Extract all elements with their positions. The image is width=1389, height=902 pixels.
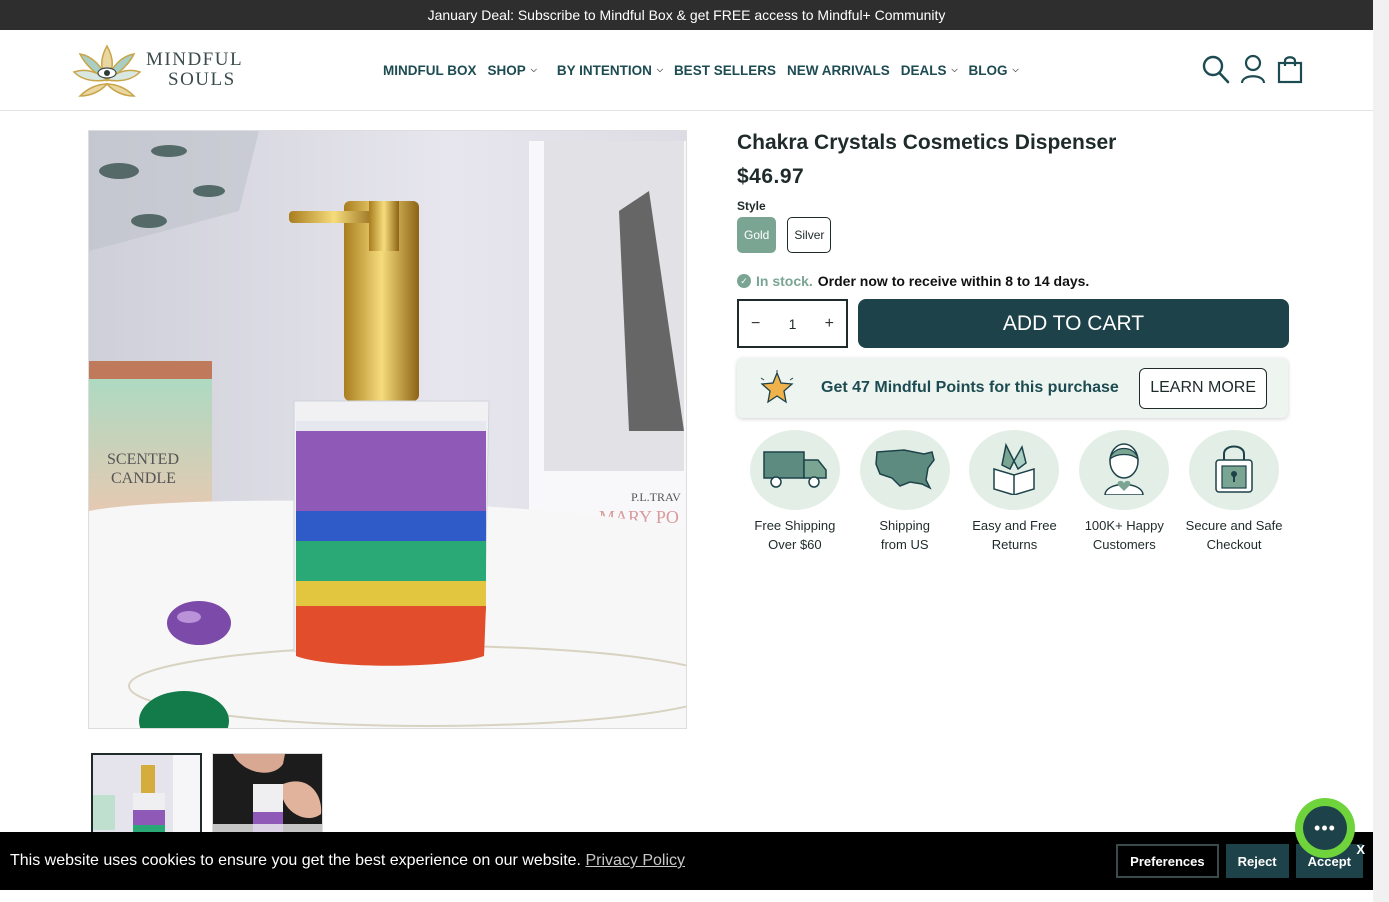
- nav-label: DEALS: [900, 62, 947, 78]
- nav-label: SHOP: [487, 62, 526, 78]
- chat-widget-button[interactable]: •••: [1295, 798, 1355, 858]
- feature-badges: Free Shipping Over $60 Shipping from US Ea…: [740, 430, 1289, 554]
- nav-label: BLOG: [968, 62, 1008, 78]
- buy-row: − 1 + ADD TO CART: [737, 299, 1289, 348]
- scrollbar[interactable]: [1373, 0, 1389, 902]
- usa-map-icon: [874, 446, 936, 495]
- chevron-down-icon: ⌵: [530, 65, 537, 74]
- chevron-down-icon: ⌵: [951, 65, 958, 74]
- logo[interactable]: MINDFUL SOULS: [72, 40, 242, 100]
- nav-label: BEST SELLERS: [673, 62, 776, 78]
- nav-deals[interactable]: DEALS ⌵: [901, 63, 958, 78]
- feature-line1: Secure and Safe: [1185, 518, 1283, 533]
- crystal-box-icon: [986, 441, 1042, 500]
- main-nav: MINDFUL BOX SHOP ⌵ BY INTENTION ⌵ BEST SEL…: [383, 60, 1030, 80]
- feature-line2: Customers: [1092, 537, 1156, 552]
- nav-label: MINDFUL BOX: [383, 62, 477, 78]
- reject-button[interactable]: Reject: [1225, 844, 1289, 878]
- mindful-points-banner: Get 47 Mindful Points for this purchase …: [737, 358, 1288, 418]
- style-label: Style: [737, 199, 766, 213]
- candle-text-2: CANDLE: [111, 470, 176, 487]
- nav-shop[interactable]: SHOP ⌵: [488, 63, 537, 78]
- preferences-button[interactable]: Preferences: [1116, 844, 1219, 878]
- feature-line2: from US: [880, 537, 929, 552]
- feature-line1: Easy and Free: [972, 518, 1057, 533]
- points-text: Get 47 Mindful Points for this purchase: [821, 379, 1119, 396]
- check-icon: ✓: [737, 274, 751, 288]
- style-option-gold[interactable]: Gold: [737, 217, 777, 253]
- feature-line2: Over $60: [768, 537, 822, 552]
- nav-label: NEW ARRIVALS: [786, 62, 890, 78]
- feature-line1: 100K+ Happy: [1084, 518, 1164, 533]
- thumbnail-strip: [91, 753, 323, 835]
- add-to-cart-button[interactable]: ADD TO CART: [858, 299, 1289, 348]
- delivery-note: Order now to receive within 8 to 14 days…: [817, 273, 1090, 289]
- chevron-down-icon: ⌵: [656, 65, 663, 74]
- feature-line2: Returns: [991, 537, 1038, 552]
- thumbnail-2[interactable]: [212, 753, 323, 835]
- feature-line1: Shipping: [879, 518, 930, 533]
- logo-line2: SOULS: [168, 69, 236, 90]
- close-icon[interactable]: X: [1356, 842, 1365, 857]
- cookie-banner: This website uses cookies to ensure you …: [0, 832, 1373, 890]
- happy-customer-icon: [1101, 441, 1147, 500]
- secure-lock-icon: [1212, 442, 1256, 499]
- feature-free-shipping: Free Shipping Over $60: [740, 430, 850, 554]
- style-options: Gold Silver: [737, 217, 1289, 253]
- feature-secure-checkout: Secure and Safe Checkout: [1179, 430, 1289, 554]
- logo-line1: MINDFUL: [146, 49, 244, 70]
- account-icon[interactable]: [1239, 54, 1267, 84]
- chat-bubble-icon: •••: [1303, 806, 1347, 850]
- nav-mindful-box[interactable]: MINDFUL BOX: [383, 63, 477, 78]
- logo-text: MINDFUL SOULS: [146, 50, 243, 90]
- feature-line2: Checkout: [1206, 537, 1262, 552]
- nav-label: BY INTENTION: [556, 62, 652, 78]
- cart-icon[interactable]: [1276, 54, 1304, 84]
- nav-best-sellers[interactable]: BEST SELLERS: [674, 63, 776, 78]
- book-author-text: P.L.TRAV: [631, 490, 681, 504]
- decrease-quantity-button[interactable]: −: [751, 315, 760, 333]
- announcement-bar: January Deal: Subscribe to Mindful Box &…: [0, 0, 1373, 30]
- candle-text-1: SCENTED: [107, 451, 179, 468]
- quantity-stepper: − 1 +: [737, 299, 848, 348]
- nav-blog[interactable]: BLOG ⌵: [969, 63, 1019, 78]
- header-icons: [1202, 54, 1304, 84]
- chevron-down-icon: ⌵: [1012, 65, 1019, 74]
- cookie-message: This website uses cookies to ensure you …: [10, 852, 1109, 870]
- site-header: MINDFUL SOULS MINDFUL BOX SHOP ⌵ BY INTEN…: [0, 30, 1373, 111]
- style-option-silver[interactable]: Silver: [787, 217, 832, 253]
- search-icon[interactable]: [1202, 54, 1230, 84]
- nav-by-intention[interactable]: BY INTENTION ⌵: [557, 63, 663, 78]
- feature-shipping-us: Shipping from US: [850, 430, 960, 554]
- nav-new-arrivals[interactable]: NEW ARRIVALS: [787, 63, 890, 78]
- in-stock-text: In stock.: [756, 273, 813, 289]
- product-title: Chakra Crystals Cosmetics Dispenser: [737, 131, 1117, 154]
- lotus-eye-icon: [72, 44, 142, 97]
- privacy-policy-link[interactable]: Privacy Policy: [585, 852, 685, 869]
- product-info: Chakra Crystals Cosmetics Dispenser $46.…: [737, 130, 1289, 554]
- feature-line1: Free Shipping: [754, 518, 836, 533]
- product-price: $46.97: [737, 165, 805, 188]
- learn-more-button[interactable]: LEARN MORE: [1139, 367, 1267, 409]
- feature-happy-customers: 100K+ Happy Customers: [1069, 430, 1179, 554]
- cookie-text: This website uses cookies to ensure you …: [10, 852, 581, 869]
- thumbnail-1[interactable]: [91, 753, 202, 835]
- star-icon: [759, 370, 795, 406]
- quantity-value[interactable]: 1: [789, 316, 797, 332]
- increase-quantity-button[interactable]: +: [825, 315, 834, 333]
- feature-easy-returns: Easy and Free Returns: [960, 430, 1070, 554]
- truck-icon: [762, 446, 828, 495]
- stock-status: ✓ In stock. Order now to receive within …: [737, 273, 1289, 289]
- product-main-image[interactable]: P.L.TRAV MARY PO SCENTED CANDLE: [88, 130, 687, 729]
